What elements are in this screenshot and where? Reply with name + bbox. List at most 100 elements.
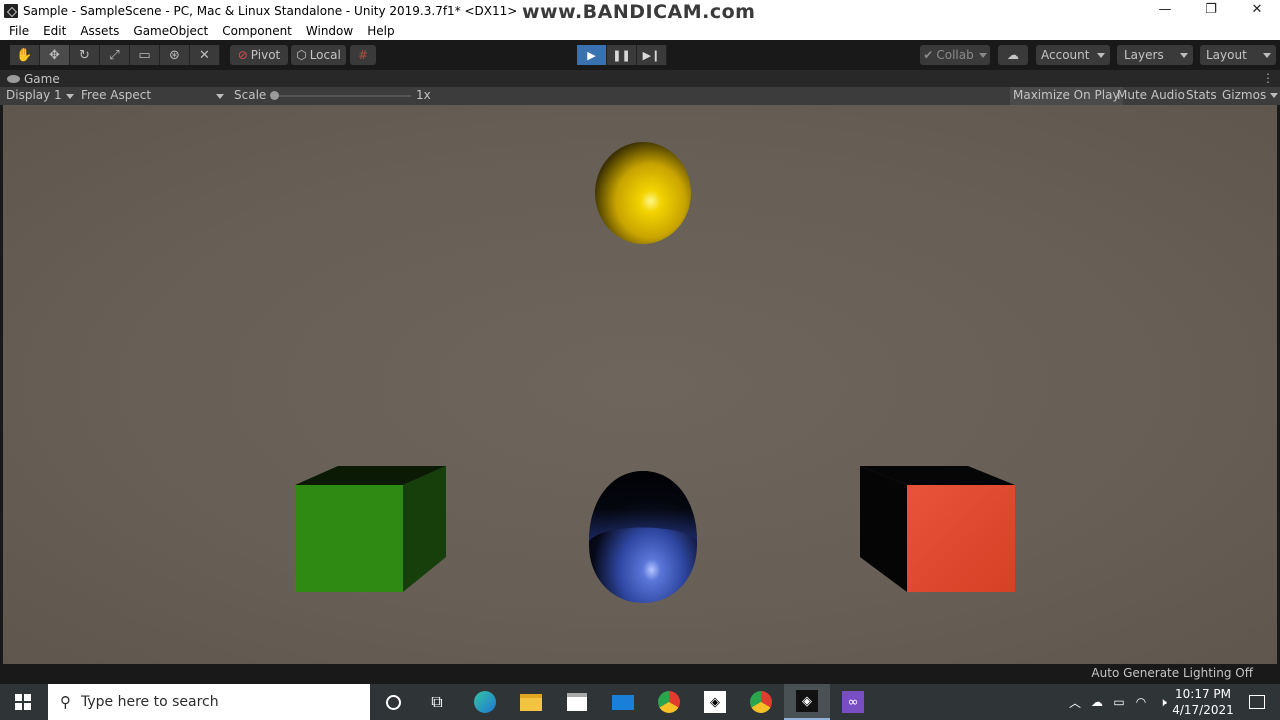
pause-button[interactable]: ❚❚ bbox=[607, 45, 637, 65]
local-icon: ⬡ bbox=[296, 48, 307, 62]
menu-help[interactable]: Help bbox=[360, 24, 401, 38]
scale-slider[interactable] bbox=[270, 91, 411, 100]
task-view-button[interactable]: ⧉ bbox=[414, 684, 460, 720]
pivot-icon: ⊘ bbox=[237, 48, 248, 62]
menu-gameobject[interactable]: GameObject bbox=[126, 24, 215, 38]
visual-studio-icon: ∞ bbox=[842, 691, 864, 713]
scale-slider-thumb[interactable] bbox=[270, 91, 279, 100]
gizmos-toggle[interactable]: Gizmos bbox=[1222, 88, 1266, 102]
start-button[interactable] bbox=[0, 684, 46, 720]
menu-window[interactable]: Window bbox=[299, 24, 360, 38]
volume-muted-icon[interactable]: 🕨 bbox=[1152, 695, 1174, 710]
menu-assets[interactable]: Assets bbox=[73, 24, 126, 38]
store-app[interactable] bbox=[554, 684, 600, 720]
stats-toggle[interactable]: Stats bbox=[1186, 88, 1217, 102]
rotate-tool-icon[interactable]: ↻ bbox=[70, 45, 100, 65]
cloud-icon: ☁ bbox=[1007, 48, 1019, 62]
tab-game[interactable]: Game bbox=[7, 71, 60, 87]
step-button[interactable]: ▶❙ bbox=[637, 45, 667, 65]
display-label: Display 1 bbox=[6, 88, 62, 102]
task-view-icon: ⧉ bbox=[431, 692, 443, 711]
red-cube bbox=[860, 466, 1015, 592]
chevron-down-icon bbox=[1180, 53, 1188, 58]
lighting-status[interactable]: Auto Generate Lighting Off bbox=[1091, 666, 1253, 680]
game-tab-bar: Game ⋮ bbox=[0, 70, 1280, 87]
layout-dropdown[interactable]: Layout bbox=[1200, 45, 1276, 65]
cloud-button[interactable]: ☁ bbox=[998, 45, 1028, 65]
search-icon: ⚲ bbox=[60, 693, 71, 711]
onedrive-icon[interactable]: ☁ bbox=[1086, 695, 1108, 709]
tab-menu-icon[interactable]: ⋮ bbox=[1262, 71, 1274, 85]
chevron-down-icon bbox=[1263, 53, 1271, 58]
transform-tool-icon[interactable]: ⊛ bbox=[160, 45, 190, 65]
chrome-app[interactable] bbox=[646, 684, 692, 720]
edge-icon bbox=[474, 691, 496, 713]
minimize-button[interactable]: — bbox=[1142, 0, 1188, 21]
unity-hub-app[interactable]: ◈ bbox=[692, 684, 738, 720]
notification-icon bbox=[1249, 695, 1265, 709]
game-view-options: Display 1 Free Aspect Scale 1x Maximize … bbox=[0, 87, 1280, 105]
collab-dropdown[interactable]: ✔ Collab bbox=[920, 45, 990, 65]
tray-overflow-icon[interactable]: ︿ bbox=[1064, 694, 1086, 711]
taskbar-clock[interactable]: 10:17 PM 4/17/2021 bbox=[1172, 686, 1234, 718]
mute-audio-toggle[interactable]: Mute Audio bbox=[1117, 88, 1185, 102]
display-dropdown[interactable]: Display 1 bbox=[6, 88, 76, 102]
menu-bar: File Edit Assets GameObject Component Wi… bbox=[0, 21, 1280, 40]
window-titlebar: Sample - SampleScene - PC, Mac & Linux S… bbox=[0, 0, 1280, 23]
layers-dropdown[interactable]: Layers bbox=[1117, 45, 1193, 65]
blue-capsule bbox=[589, 471, 697, 603]
unity-editor-app[interactable]: ◈ bbox=[784, 684, 830, 720]
visual-studio-app[interactable]: ∞ bbox=[830, 684, 876, 720]
custom-tool-icon[interactable]: ✕ bbox=[190, 45, 220, 65]
maximize-on-play-toggle[interactable]: Maximize On Play bbox=[1010, 87, 1123, 105]
chevron-down-icon bbox=[978, 52, 987, 58]
hand-tool-icon[interactable]: ✋ bbox=[10, 45, 40, 65]
chrome-app-2[interactable] bbox=[738, 684, 784, 720]
action-center-button[interactable] bbox=[1234, 684, 1280, 720]
cortana-circle-icon bbox=[385, 694, 401, 710]
system-tray: ︿ ☁ ▭ ◠ 🕨 bbox=[1064, 684, 1174, 720]
rect-tool-icon[interactable]: ▭ bbox=[130, 45, 160, 65]
grid-snap-button[interactable]: # bbox=[350, 45, 376, 65]
aspect-dropdown[interactable]: Free Aspect bbox=[81, 88, 229, 102]
chevron-down-icon[interactable] bbox=[1270, 93, 1278, 98]
collab-label: Collab bbox=[936, 48, 974, 62]
battery-icon[interactable]: ▭ bbox=[1108, 695, 1130, 709]
scale-label: Scale bbox=[234, 88, 267, 102]
chrome-icon bbox=[658, 691, 680, 713]
main-toolbar: ✋ ✥ ↻ ⤢ ▭ ⊛ ✕ ⊘ Pivot ⬡ Local # ▶ ❚❚ ▶❙ … bbox=[0, 40, 1280, 70]
scale-value: 1x bbox=[416, 88, 431, 102]
account-dropdown[interactable]: Account bbox=[1036, 45, 1110, 65]
wifi-icon[interactable]: ◠ bbox=[1130, 695, 1152, 709]
scale-tool-icon[interactable]: ⤢ bbox=[100, 45, 130, 65]
cortana-button[interactable] bbox=[370, 684, 416, 720]
menu-file[interactable]: File bbox=[0, 24, 36, 38]
local-label: Local bbox=[309, 48, 341, 62]
recording-watermark: www.BANDICAM.com bbox=[522, 1, 756, 23]
taskbar-search-box[interactable]: ⚲ Type here to search bbox=[48, 684, 370, 720]
play-button[interactable]: ▶ bbox=[577, 45, 607, 65]
close-button[interactable]: ✕ bbox=[1234, 0, 1280, 21]
restore-button[interactable]: ❐ bbox=[1188, 0, 1234, 21]
search-placeholder: Type here to search bbox=[81, 694, 219, 710]
menu-edit[interactable]: Edit bbox=[36, 24, 73, 38]
yellow-sphere bbox=[595, 142, 691, 244]
pivot-toggle[interactable]: ⊘ Pivot bbox=[230, 45, 288, 65]
layout-label: Layout bbox=[1206, 48, 1247, 62]
store-bag-icon bbox=[567, 693, 587, 711]
move-tool-icon[interactable]: ✥ bbox=[40, 45, 70, 65]
local-toggle[interactable]: ⬡ Local bbox=[291, 45, 346, 65]
game-view-icon bbox=[7, 75, 20, 83]
mail-app[interactable] bbox=[600, 684, 646, 720]
windows-taskbar: ⚲ Type here to search ⧉ ◈ ◈ ∞ ︿ ☁ ▭ ◠ 🕨 … bbox=[0, 684, 1280, 720]
unity-icon: ◈ bbox=[796, 690, 818, 712]
menu-component[interactable]: Component bbox=[215, 24, 299, 38]
play-controls: ▶ ❚❚ ▶❙ bbox=[577, 45, 667, 65]
status-bar: Auto Generate Lighting Off bbox=[0, 664, 1280, 684]
game-viewport[interactable] bbox=[3, 105, 1277, 664]
edge-app[interactable] bbox=[462, 684, 508, 720]
file-explorer-app[interactable] bbox=[508, 684, 554, 720]
mail-icon bbox=[612, 694, 634, 710]
chevron-down-icon bbox=[1097, 53, 1105, 58]
green-cube bbox=[295, 466, 446, 592]
